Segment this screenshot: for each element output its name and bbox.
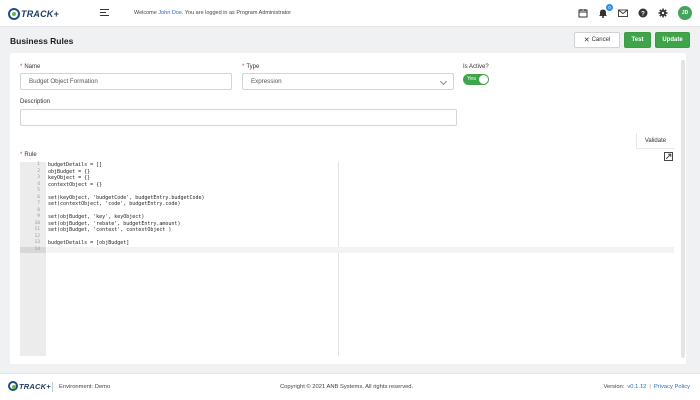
top-icons: 0 ? JD [578, 4, 692, 21]
cancel-button[interactable]: ✕ Cancel [574, 32, 620, 48]
help-icon[interactable]: ? [638, 8, 648, 18]
privacy-policy-link[interactable]: Privacy Policy [654, 384, 690, 390]
type-label-text: Type [246, 64, 260, 70]
rule-label-text: Rule [24, 152, 37, 158]
version-info: Version: v0.1.12 | Privacy Policy [603, 384, 690, 390]
required-marker: * [242, 64, 245, 70]
environment-label: Environment: Demo [59, 384, 111, 390]
svg-text:?: ? [641, 10, 645, 17]
validate-button[interactable]: Validate [636, 133, 674, 149]
description-field[interactable] [20, 109, 457, 126]
welcome-message: Welcome John Doe. You are logged in as P… [134, 10, 291, 16]
logo-icon [8, 381, 18, 391]
test-button[interactable]: Test [624, 32, 651, 48]
logo-icon [8, 7, 20, 20]
name-field[interactable]: Budget Object Formation [20, 73, 232, 90]
required-marker: * [20, 152, 23, 158]
mail-icon[interactable] [618, 8, 628, 18]
type-label: * Type [242, 64, 259, 70]
welcome-suffix: . You are logged in as Program Administr… [181, 10, 292, 16]
close-icon: ✕ [583, 37, 590, 44]
name-label-text: Name [24, 64, 41, 70]
toggle-knob [479, 75, 488, 84]
required-marker: * [20, 64, 23, 70]
copyright-text: Copyright © 2021 ANB Systems. All rights… [280, 384, 414, 390]
code-line[interactable] [47, 246, 674, 253]
app-logo[interactable]: TRACK+ [8, 6, 59, 21]
toggle-label: Yes [467, 76, 476, 82]
code-area[interactable]: budgetDetails = [] objBudget = {} keyObjec… [47, 162, 674, 253]
line-number: 14 [20, 246, 46, 253]
footer-divider [52, 382, 53, 392]
footer-logo-text: TRACK+ [19, 381, 51, 391]
type-value: Expression [251, 78, 282, 85]
menu-icon[interactable] [100, 9, 109, 17]
page-title: Business Rules [10, 36, 74, 46]
type-select[interactable]: Expression [242, 73, 454, 90]
top-bar: TRACK+ Welcome John Doe. You are logged … [0, 0, 700, 27]
bell-icon[interactable]: 0 [598, 4, 613, 18]
is-active-toggle[interactable]: Yes [463, 74, 489, 85]
user-name: John Doe [158, 10, 182, 16]
cancel-label: Cancel [591, 37, 611, 43]
version-label: Version: [603, 384, 625, 390]
gear-icon[interactable] [658, 8, 668, 18]
scrollbar[interactable] [681, 60, 685, 358]
expand-icon[interactable] [664, 152, 673, 161]
line-number-gutter: 1 2 3 4 5 6 7 8 9 10 11 12 13 14 [20, 162, 46, 356]
footer: TRACK+ Environment: Demo Copyright © 202… [0, 373, 700, 400]
update-button[interactable]: Update [655, 32, 690, 48]
footer-separator: | [649, 384, 651, 390]
chevron-down-icon [439, 77, 448, 86]
name-label: * Name [20, 64, 40, 70]
is-active-label: Is Active? [463, 64, 489, 70]
rule-code-editor[interactable]: 1 2 3 4 5 6 7 8 9 10 11 12 13 14 budgetDetails = [] ob… [20, 162, 674, 356]
calendar-icon[interactable] [578, 8, 588, 18]
page-actions: ✕ Cancel Test Update [574, 32, 690, 48]
welcome-prefix: Welcome [134, 10, 159, 16]
avatar[interactable]: JD [678, 6, 692, 20]
description-label: Description [20, 99, 51, 105]
notification-badge: 0 [606, 4, 613, 11]
rule-label: * Rule [20, 152, 37, 158]
logo-text: TRACK+ [21, 8, 59, 19]
footer-logo: TRACK+ [8, 381, 51, 391]
version-value: v0.1.12 [627, 384, 647, 390]
